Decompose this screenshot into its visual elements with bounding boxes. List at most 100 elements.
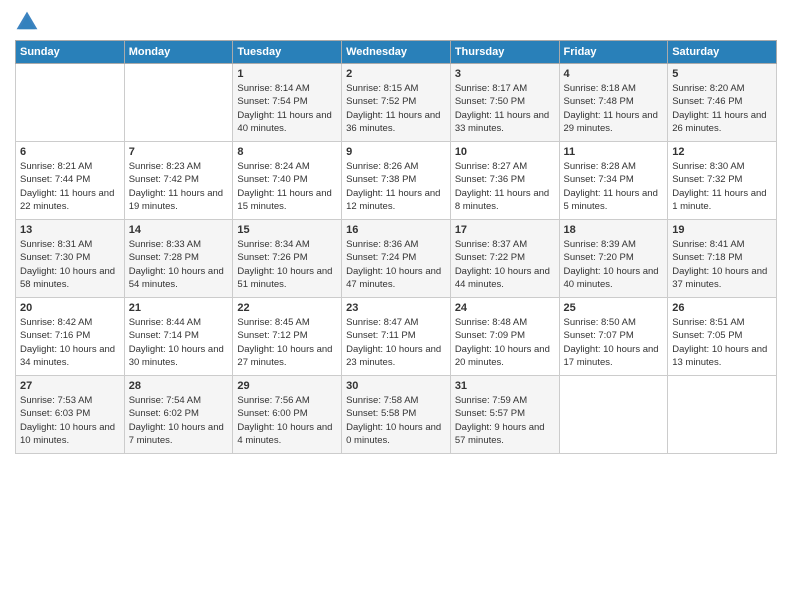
sunrise: Sunrise: 7:56 AM: [237, 395, 309, 406]
sunrise: Sunrise: 8:18 AM: [564, 83, 636, 94]
sunrise: Sunrise: 8:30 AM: [672, 161, 744, 172]
day-info: Sunrise: 7:59 AM Sunset: 5:57 PM Dayligh…: [455, 394, 555, 447]
day-info: Sunrise: 8:28 AM Sunset: 7:34 PM Dayligh…: [564, 160, 664, 213]
sunrise: Sunrise: 8:51 AM: [672, 317, 744, 328]
day-cell: 19 Sunrise: 8:41 AM Sunset: 7:18 PM Dayl…: [668, 220, 777, 298]
sunrise: Sunrise: 8:20 AM: [672, 83, 744, 94]
sunset: Sunset: 7:42 PM: [129, 174, 199, 185]
daylight: Daylight: 11 hours and 8 minutes.: [455, 188, 549, 212]
day-cell: 25 Sunrise: 8:50 AM Sunset: 7:07 PM Dayl…: [559, 298, 668, 376]
day-number: 16: [346, 224, 446, 236]
day-cell: 14 Sunrise: 8:33 AM Sunset: 7:28 PM Dayl…: [124, 220, 233, 298]
daylight: Daylight: 11 hours and 5 minutes.: [564, 188, 658, 212]
day-info: Sunrise: 8:44 AM Sunset: 7:14 PM Dayligh…: [129, 316, 229, 369]
sunrise: Sunrise: 8:23 AM: [129, 161, 201, 172]
daylight: Daylight: 10 hours and 44 minutes.: [455, 266, 550, 290]
day-cell: 20 Sunrise: 8:42 AM Sunset: 7:16 PM Dayl…: [16, 298, 125, 376]
sunset: Sunset: 7:09 PM: [455, 330, 525, 341]
day-number: 12: [672, 146, 772, 158]
daylight: Daylight: 11 hours and 29 minutes.: [564, 110, 658, 134]
day-number: 1: [237, 68, 337, 80]
day-info: Sunrise: 8:37 AM Sunset: 7:22 PM Dayligh…: [455, 238, 555, 291]
day-number: 4: [564, 68, 664, 80]
weekday-header-thursday: Thursday: [450, 41, 559, 64]
sunrise: Sunrise: 8:41 AM: [672, 239, 744, 250]
daylight: Daylight: 11 hours and 33 minutes.: [455, 110, 549, 134]
sunset: Sunset: 5:57 PM: [455, 408, 525, 419]
day-number: 20: [20, 302, 120, 314]
sunrise: Sunrise: 8:21 AM: [20, 161, 92, 172]
sunrise: Sunrise: 8:45 AM: [237, 317, 309, 328]
day-number: 22: [237, 302, 337, 314]
day-number: 19: [672, 224, 772, 236]
day-cell: 6 Sunrise: 8:21 AM Sunset: 7:44 PM Dayli…: [16, 142, 125, 220]
day-info: Sunrise: 7:56 AM Sunset: 6:00 PM Dayligh…: [237, 394, 337, 447]
sunrise: Sunrise: 7:54 AM: [129, 395, 201, 406]
day-cell: 24 Sunrise: 8:48 AM Sunset: 7:09 PM Dayl…: [450, 298, 559, 376]
day-cell: 3 Sunrise: 8:17 AM Sunset: 7:50 PM Dayli…: [450, 64, 559, 142]
day-cell: 18 Sunrise: 8:39 AM Sunset: 7:20 PM Dayl…: [559, 220, 668, 298]
day-number: 3: [455, 68, 555, 80]
day-cell: 30 Sunrise: 7:58 AM Sunset: 5:58 PM Dayl…: [342, 376, 451, 454]
day-cell: 12 Sunrise: 8:30 AM Sunset: 7:32 PM Dayl…: [668, 142, 777, 220]
sunset: Sunset: 7:18 PM: [672, 252, 742, 263]
daylight: Daylight: 10 hours and 30 minutes.: [129, 344, 224, 368]
day-info: Sunrise: 8:42 AM Sunset: 7:16 PM Dayligh…: [20, 316, 120, 369]
week-row-4: 20 Sunrise: 8:42 AM Sunset: 7:16 PM Dayl…: [16, 298, 777, 376]
day-cell: 28 Sunrise: 7:54 AM Sunset: 6:02 PM Dayl…: [124, 376, 233, 454]
sunrise: Sunrise: 8:44 AM: [129, 317, 201, 328]
daylight: Daylight: 10 hours and 10 minutes.: [20, 422, 115, 446]
sunrise: Sunrise: 8:17 AM: [455, 83, 527, 94]
day-cell: 17 Sunrise: 8:37 AM Sunset: 7:22 PM Dayl…: [450, 220, 559, 298]
day-cell: 7 Sunrise: 8:23 AM Sunset: 7:42 PM Dayli…: [124, 142, 233, 220]
daylight: Daylight: 10 hours and 13 minutes.: [672, 344, 767, 368]
day-cell: [668, 376, 777, 454]
day-info: Sunrise: 8:48 AM Sunset: 7:09 PM Dayligh…: [455, 316, 555, 369]
sunset: Sunset: 5:58 PM: [346, 408, 416, 419]
day-cell: 31 Sunrise: 7:59 AM Sunset: 5:57 PM Dayl…: [450, 376, 559, 454]
day-info: Sunrise: 8:17 AM Sunset: 7:50 PM Dayligh…: [455, 82, 555, 135]
daylight: Daylight: 10 hours and 23 minutes.: [346, 344, 441, 368]
weekday-header-monday: Monday: [124, 41, 233, 64]
day-cell: 15 Sunrise: 8:34 AM Sunset: 7:26 PM Dayl…: [233, 220, 342, 298]
sunrise: Sunrise: 8:39 AM: [564, 239, 636, 250]
sunset: Sunset: 6:03 PM: [20, 408, 90, 419]
weekday-header-wednesday: Wednesday: [342, 41, 451, 64]
calendar-container: SundayMondayTuesdayWednesdayThursdayFrid…: [0, 0, 792, 464]
sunrise: Sunrise: 8:15 AM: [346, 83, 418, 94]
day-info: Sunrise: 7:54 AM Sunset: 6:02 PM Dayligh…: [129, 394, 229, 447]
sunset: Sunset: 7:26 PM: [237, 252, 307, 263]
sunset: Sunset: 7:11 PM: [346, 330, 416, 341]
sunrise: Sunrise: 8:50 AM: [564, 317, 636, 328]
day-info: Sunrise: 8:24 AM Sunset: 7:40 PM Dayligh…: [237, 160, 337, 213]
day-info: Sunrise: 8:15 AM Sunset: 7:52 PM Dayligh…: [346, 82, 446, 135]
day-cell: 27 Sunrise: 7:53 AM Sunset: 6:03 PM Dayl…: [16, 376, 125, 454]
sunset: Sunset: 7:44 PM: [20, 174, 90, 185]
day-cell: 16 Sunrise: 8:36 AM Sunset: 7:24 PM Dayl…: [342, 220, 451, 298]
sunset: Sunset: 6:00 PM: [237, 408, 307, 419]
sunrise: Sunrise: 8:14 AM: [237, 83, 309, 94]
sunrise: Sunrise: 8:33 AM: [129, 239, 201, 250]
day-number: 18: [564, 224, 664, 236]
sunset: Sunset: 7:30 PM: [20, 252, 90, 263]
sunset: Sunset: 7:40 PM: [237, 174, 307, 185]
daylight: Daylight: 10 hours and 58 minutes.: [20, 266, 115, 290]
daylight: Daylight: 10 hours and 40 minutes.: [564, 266, 659, 290]
daylight: Daylight: 11 hours and 26 minutes.: [672, 110, 766, 134]
day-number: 27: [20, 380, 120, 392]
day-info: Sunrise: 8:20 AM Sunset: 7:46 PM Dayligh…: [672, 82, 772, 135]
sunrise: Sunrise: 7:53 AM: [20, 395, 92, 406]
header: [15, 10, 777, 34]
day-number: 17: [455, 224, 555, 236]
weekday-header-tuesday: Tuesday: [233, 41, 342, 64]
daylight: Daylight: 10 hours and 17 minutes.: [564, 344, 659, 368]
day-info: Sunrise: 8:47 AM Sunset: 7:11 PM Dayligh…: [346, 316, 446, 369]
day-cell: 4 Sunrise: 8:18 AM Sunset: 7:48 PM Dayli…: [559, 64, 668, 142]
day-number: 24: [455, 302, 555, 314]
week-row-1: 1 Sunrise: 8:14 AM Sunset: 7:54 PM Dayli…: [16, 64, 777, 142]
day-number: 14: [129, 224, 229, 236]
day-info: Sunrise: 7:58 AM Sunset: 5:58 PM Dayligh…: [346, 394, 446, 447]
day-cell: [124, 64, 233, 142]
day-info: Sunrise: 8:14 AM Sunset: 7:54 PM Dayligh…: [237, 82, 337, 135]
day-cell: 1 Sunrise: 8:14 AM Sunset: 7:54 PM Dayli…: [233, 64, 342, 142]
